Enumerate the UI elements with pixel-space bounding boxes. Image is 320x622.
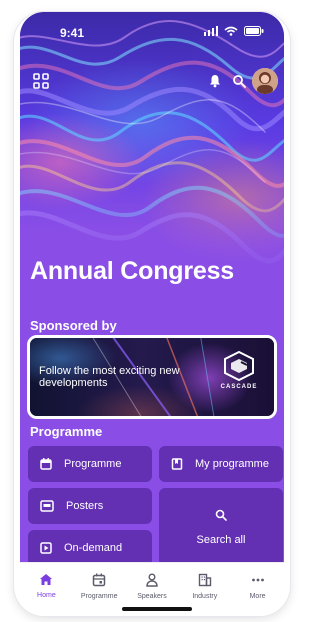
app-screen: 9:41 Annual Congress Sponsored by Follow… bbox=[20, 12, 284, 562]
calendar-icon bbox=[40, 458, 52, 470]
nav-programme[interactable]: Programme bbox=[73, 573, 125, 600]
top-app-bar bbox=[20, 68, 284, 98]
page-title: Annual Congress bbox=[30, 257, 234, 285]
search-all-button-label: Search all bbox=[196, 533, 246, 546]
bell-icon[interactable] bbox=[204, 70, 226, 92]
nav-speakers[interactable]: Speakers bbox=[126, 573, 178, 600]
person-icon bbox=[145, 573, 159, 589]
phone-frame: 9:41 Annual Congress Sponsored by Follow… bbox=[14, 12, 290, 616]
home-indicator[interactable] bbox=[122, 607, 192, 611]
building-icon bbox=[198, 573, 212, 589]
search-icon bbox=[215, 509, 227, 524]
bookmark-icon bbox=[171, 458, 183, 470]
programme-button-label: Programme bbox=[64, 458, 122, 470]
play-icon bbox=[40, 542, 52, 554]
sponsor-message: Follow the most exciting new development… bbox=[39, 365, 180, 389]
wifi-icon bbox=[224, 25, 238, 39]
on-demand-button[interactable]: On-demand bbox=[28, 530, 152, 562]
programme-section-label: Programme bbox=[30, 424, 103, 439]
nav-home-label: Home bbox=[37, 592, 56, 599]
more-icon bbox=[251, 573, 265, 589]
cascade-logo: CASCADE bbox=[212, 350, 266, 404]
cube-logo-icon bbox=[224, 350, 254, 382]
battery-icon bbox=[244, 25, 264, 39]
avatar[interactable] bbox=[252, 68, 278, 94]
on-demand-button-label: On-demand bbox=[64, 542, 123, 554]
search-all-button[interactable]: Search all bbox=[159, 488, 283, 562]
programme-button[interactable]: Programme bbox=[28, 446, 152, 482]
nav-industry-label: Industry bbox=[192, 593, 218, 600]
nav-more-label: More bbox=[249, 593, 266, 600]
status-bar: 9:41 bbox=[20, 12, 284, 46]
nav-industry[interactable]: Industry bbox=[179, 573, 231, 600]
nav-home[interactable]: Home bbox=[20, 573, 72, 599]
status-time: 9:41 bbox=[60, 26, 85, 40]
apps-grid-icon[interactable] bbox=[30, 70, 52, 92]
sponsor-brand: CASCADE bbox=[220, 384, 258, 390]
nav-speakers-label: Speakers bbox=[137, 593, 167, 600]
posters-button-label: Posters bbox=[66, 500, 104, 512]
sponsored-label: Sponsored by bbox=[30, 318, 117, 333]
signal-icon bbox=[204, 25, 218, 39]
status-icons bbox=[204, 25, 264, 39]
posters-button[interactable]: Posters bbox=[28, 488, 152, 524]
calendar-icon bbox=[92, 573, 106, 589]
my-programme-button[interactable]: My programme bbox=[159, 446, 283, 482]
poster-icon bbox=[40, 500, 54, 512]
home-icon bbox=[39, 573, 53, 588]
sponsor-banner[interactable]: Follow the most exciting new development… bbox=[27, 335, 277, 419]
search-icon[interactable] bbox=[228, 70, 250, 92]
nav-programme-label: Programme bbox=[80, 593, 118, 600]
nav-more[interactable]: More bbox=[232, 573, 284, 600]
my-programme-button-label: My programme bbox=[195, 458, 269, 470]
